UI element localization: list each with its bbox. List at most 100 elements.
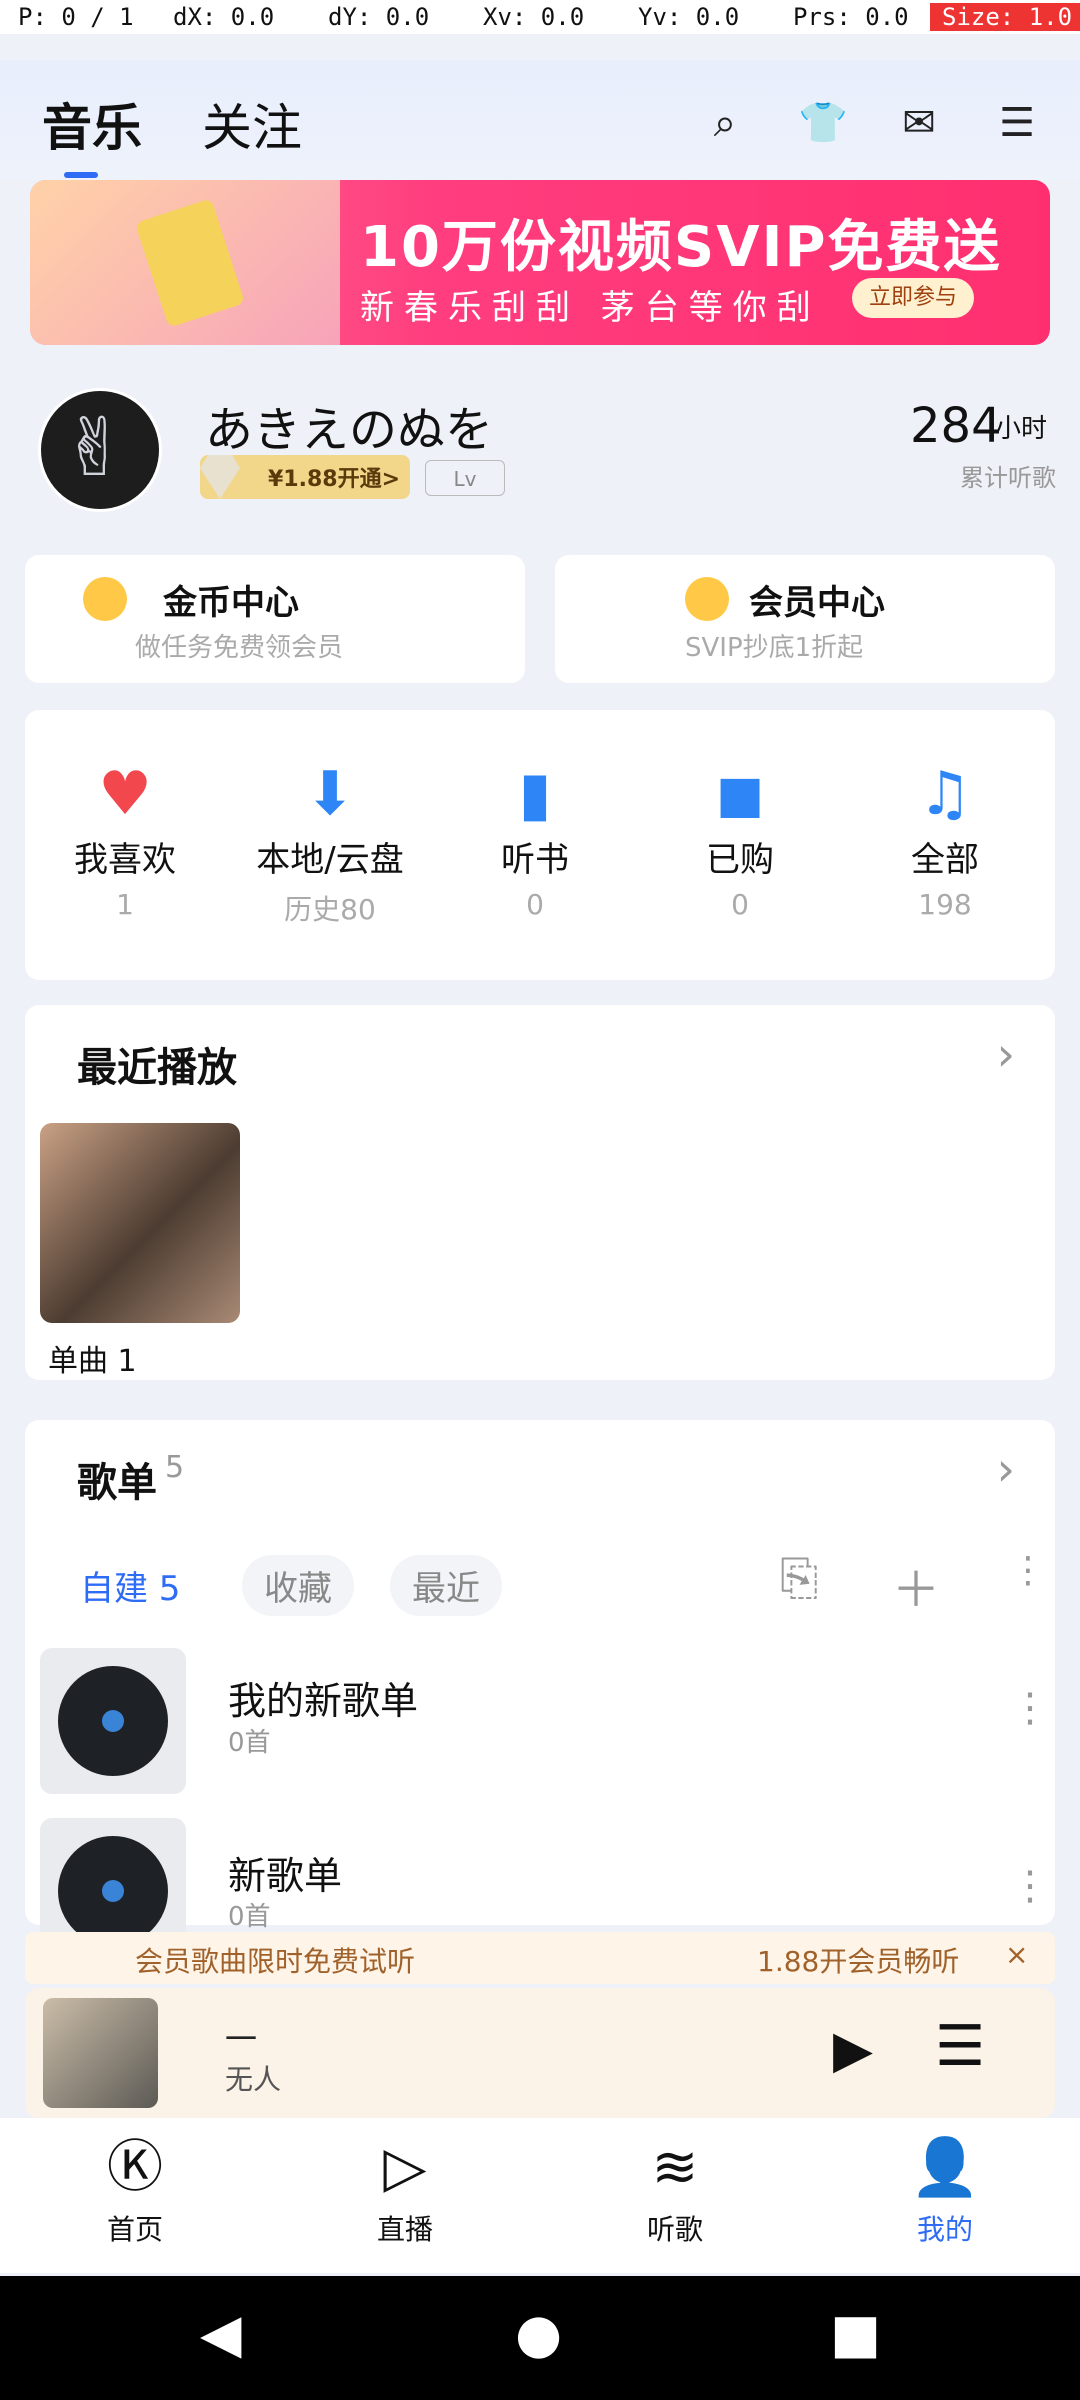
message-icon[interactable]: ✉ <box>892 96 946 150</box>
top-navigation: 音乐 关注 ⌕ 👕 ✉ ☰ <box>0 60 1080 180</box>
playlist-sub-2: 0首 <box>228 1902 271 1932</box>
download-icon: ⬇ <box>304 759 356 829</box>
promo-banner[interactable]: 10万份视频SVIP免费送 新春乐刮刮 茅台等你刮 立即参与 <box>30 180 1050 345</box>
vip-trial-strip[interactable]: 会员歌曲限时免费试听 1.88开会员畅听 × <box>25 1932 1055 1984</box>
back-icon[interactable]: ◀ <box>200 2302 242 2365</box>
search-icon[interactable]: ⌕ <box>698 96 752 150</box>
debug-dx: dX: 0.0 <box>173 3 275 31</box>
chevron-right-icon[interactable]: › <box>997 1027 1015 1081</box>
recent-title[interactable]: 最近播放 <box>77 1035 237 1093</box>
playlist-title-2[interactable]: 新歌单 <box>228 1845 342 1900</box>
player-artist: 无人 <box>225 2063 282 2096</box>
coin-center-card[interactable]: 金币中心 做任务免费领会员 <box>25 555 525 683</box>
func-label: 已购 <box>706 840 774 880</box>
func-label: 本地/云盘 <box>256 840 404 880</box>
add-icon[interactable]: ＋ <box>892 1550 940 1620</box>
vinyl-icon <box>58 1836 168 1946</box>
vip-icon <box>685 577 729 621</box>
chevron-right-icon[interactable]: › <box>997 1442 1015 1496</box>
listen-count: 284 <box>910 398 1002 454</box>
tab-collected[interactable]: 收藏 <box>242 1555 354 1616</box>
func-favorites[interactable]: ♥ 我喜欢 1 <box>25 710 225 980</box>
menu-icon[interactable]: ☰ <box>990 96 1044 150</box>
func-all[interactable]: ♫ 全部 198 <box>845 710 1045 980</box>
function-grid: ♥ 我喜欢 1 ⬇ 本地/云盘 历史80 ▮ 听书 0 ◼ 已购 0 ♫ 全部 … <box>25 710 1055 980</box>
coin-center-sub: 做任务免费领会员 <box>135 633 344 663</box>
debug-xv: Xv: 0.0 <box>483 3 585 31</box>
vip-open-text[interactable]: 1.88开会员畅听 <box>757 1940 959 1980</box>
nav-home[interactable]: Ⓚ 首页 <box>45 2128 225 2248</box>
tab-self-built[interactable]: 自建 5 <box>58 1555 202 1616</box>
soundwave-icon: ≋ <box>651 2135 699 2200</box>
debug-prs: Prs: 0.0 <box>793 3 909 31</box>
nav-live[interactable]: ▷ 直播 <box>315 2128 495 2248</box>
heart-icon: ♥ <box>98 759 152 829</box>
more-vertical-icon[interactable]: ⋮ <box>1010 1866 1050 1906</box>
coin-center-title: 金币中心 <box>163 583 299 623</box>
func-audiobook[interactable]: ▮ 听书 0 <box>435 710 635 980</box>
listen-unit: 小时 <box>995 414 1048 444</box>
close-icon[interactable]: × <box>1005 1938 1028 1971</box>
vip-center-sub: SVIP抄底1折起 <box>685 633 864 663</box>
nav-listen[interactable]: ≋ 听歌 <box>585 2128 765 2248</box>
play-icon[interactable]: ▶ <box>833 2020 873 2080</box>
func-count: 历史80 <box>284 893 376 926</box>
vip-center-card[interactable]: 会员中心 SVIP抄底1折起 <box>555 555 1055 683</box>
mini-player[interactable]: 一 无人 ▶ ☰ <box>25 1988 1055 2118</box>
debug-pointer: P: 0 / 1 <box>18 3 134 31</box>
func-count: 1 <box>116 888 134 921</box>
debug-overlay-bar: P: 0 / 1 dX: 0.0 dY: 0.0 Xv: 0.0 Yv: 0.0… <box>0 0 1080 34</box>
playlist-count: 5 <box>165 1450 185 1485</box>
func-purchased[interactable]: ◼ 已购 0 <box>640 710 840 980</box>
nav-me-label: 我的 <box>916 2213 973 2246</box>
func-local-cloud[interactable]: ⬇ 本地/云盘 历史80 <box>230 710 430 980</box>
tab-follow[interactable]: 关注 <box>202 88 302 160</box>
func-count: 198 <box>918 888 972 921</box>
nav-listen-label: 听歌 <box>646 2213 703 2246</box>
level-badge[interactable]: Lv <box>425 460 505 496</box>
avatar[interactable] <box>38 388 162 512</box>
recents-icon[interactable]: ■ <box>830 2302 881 2365</box>
playlist-title[interactable]: 歌单 <box>77 1450 157 1508</box>
debug-size: Size: 1.0 <box>930 3 1080 31</box>
user-icon: 👤 <box>910 2135 980 2200</box>
banner-card <box>134 198 246 328</box>
playlist-cover[interactable] <box>40 1648 186 1794</box>
more-icon[interactable]: ⋮ <box>1010 1550 1046 1591</box>
playlist-icon[interactable]: ☰ <box>935 2014 985 2079</box>
live-video-icon: ▷ <box>383 2135 427 2200</box>
recent-cover[interactable] <box>40 1123 240 1323</box>
book-icon: ▮ <box>518 759 552 829</box>
vip-trial-text: 会员歌曲限时免费试听 <box>135 1945 416 1978</box>
username[interactable]: あきえのぬを <box>205 390 493 460</box>
playlist-sub-1: 0首 <box>228 1728 271 1758</box>
music-note-icon: ♫ <box>918 759 972 829</box>
banner-subline: 新春乐刮刮 茅台等你刮 <box>360 288 821 328</box>
playlist-title-1[interactable]: 我的新歌单 <box>228 1670 418 1725</box>
player-song: 一 <box>225 2020 258 2058</box>
vip-center-title: 会员中心 <box>749 583 885 623</box>
listen-label: 累计听歌 <box>960 464 1056 492</box>
banner-headline: 10万份视频SVIP免费送 <box>360 215 1002 280</box>
recent-count: 单曲 1 <box>48 1344 137 1379</box>
bottom-navigation: Ⓚ 首页 ▷ 直播 ≋ 听歌 👤 我的 <box>0 2118 1080 2273</box>
tab-music[interactable]: 音乐 <box>42 88 142 178</box>
import-icon[interactable]: ⎘ <box>780 1550 818 1607</box>
nav-me[interactable]: 👤 我的 <box>855 2128 1035 2248</box>
more-vertical-icon[interactable]: ⋮ <box>1010 1688 1050 1728</box>
kugou-icon: Ⓚ <box>107 2135 163 2200</box>
banner-artwork <box>30 180 340 345</box>
vip-offer-text: ¥1.88开通> <box>268 467 401 492</box>
vip-offer-badge[interactable]: ¥1.88开通> <box>200 455 410 499</box>
debug-yv: Yv: 0.0 <box>638 3 740 31</box>
vinyl-icon <box>58 1666 168 1776</box>
func-count: 0 <box>526 888 544 921</box>
home-icon[interactable]: ● <box>515 2302 562 2365</box>
tab-recent[interactable]: 最近 <box>390 1555 502 1616</box>
nav-live-label: 直播 <box>376 2213 433 2246</box>
player-cover[interactable] <box>43 1998 158 2108</box>
banner-cta-button[interactable]: 立即参与 <box>852 278 974 318</box>
skin-icon[interactable]: 👕 <box>796 96 850 150</box>
func-label: 听书 <box>501 840 569 880</box>
diamond-icon <box>200 455 240 499</box>
